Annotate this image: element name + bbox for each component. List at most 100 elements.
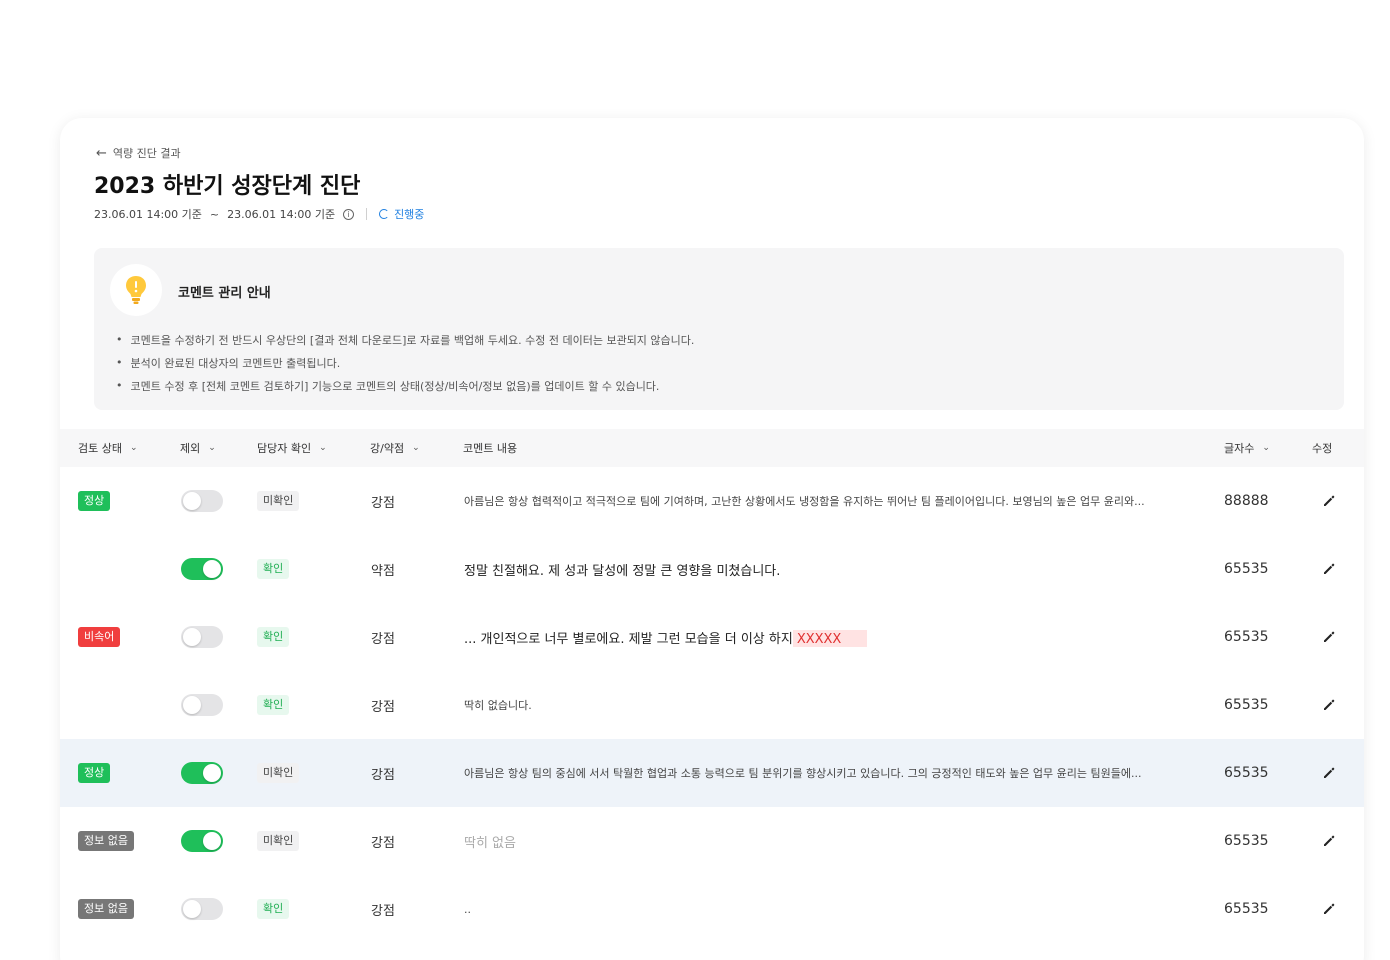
edit-cell (1319, 603, 1339, 671)
comment-text: .. (464, 903, 471, 916)
comment-cell: 딱히 없음 (464, 807, 516, 875)
exclude-toggle[interactable] (181, 694, 223, 716)
pencil-icon[interactable] (1319, 695, 1339, 715)
exclude-toggle[interactable] (181, 898, 223, 920)
status-badge: 정상 (78, 491, 111, 511)
edit-cell (1319, 671, 1339, 739)
exclude-cell (181, 603, 223, 671)
char-count: 65535 (1224, 901, 1269, 917)
owner-check-chip[interactable]: 확인 (257, 627, 290, 647)
header-owner-check[interactable]: 담당자 확인 ⌄ (257, 429, 327, 467)
strength-cell: 강점 (371, 739, 395, 807)
period-meta: 23.06.01 14:00 기준 ~ 23.06.01 14:00 기준 i … (94, 206, 424, 222)
pencil-icon[interactable] (1319, 559, 1339, 579)
toggle-knob (183, 492, 201, 510)
pencil-icon[interactable] (1319, 627, 1339, 647)
status-badge: 비속어 (78, 627, 121, 647)
owner-check-cell: 확인 (257, 875, 290, 943)
header-label: 담당자 확인 (257, 442, 312, 455)
header-exclude[interactable]: 제외 ⌄ (180, 429, 216, 467)
owner-check-cell: 미확인 (257, 467, 300, 535)
arrow-left-icon: ← (96, 145, 107, 161)
status-indicator: 진행중 (379, 206, 424, 222)
owner-check-cell: 미확인 (257, 739, 300, 807)
char-count: 65535 (1224, 561, 1269, 577)
chevron-down-icon: ⌄ (319, 443, 327, 453)
owner-check-chip[interactable]: 확인 (257, 559, 290, 579)
strength-label: 강점 (371, 835, 395, 851)
strength-cell: 강점 (371, 671, 395, 739)
pencil-icon[interactable] (1319, 491, 1339, 511)
header-label: 코멘트 내용 (463, 442, 518, 455)
exclude-cell (181, 807, 223, 875)
char-count: 65535 (1224, 765, 1269, 781)
comment-body: 아름님은 항상 협력적이고 적극적으로 팀에 기여하며, 고난한 상황에서도 냉… (464, 495, 1145, 508)
owner-check-chip[interactable]: 확인 (257, 899, 290, 919)
strength-label: 약점 (371, 563, 395, 579)
comment-cell: 아름님은 항상 팀의 중심에 서서 탁월한 협업과 소통 능력으로 팀 분위기를… (464, 739, 1142, 807)
back-label: 역량 진단 결과 (112, 147, 181, 160)
status-badge: 정보 없음 (78, 899, 134, 919)
chevron-down-icon: ⌄ (208, 443, 216, 453)
notice-item: 코멘트 수정 후 [전체 코멘트 검토하기] 기능으로 코멘트의 상태(정상/비… (116, 374, 694, 397)
chevron-down-icon: ⌄ (129, 443, 138, 453)
header-label: 수정 (1312, 442, 1333, 455)
owner-check-cell: 확인 (257, 535, 290, 603)
table-row: 정보 없음 확인 강점.. 65535 (60, 875, 1364, 943)
pencil-icon[interactable] (1319, 763, 1339, 783)
table-row: 정상 미확인 강점 아름님은 항상 협력적이고 적극적으로 팀에 기여하며, 고난한 … (60, 467, 1364, 535)
exclude-toggle[interactable] (181, 558, 223, 580)
header-label: 글자수 (1224, 442, 1255, 455)
status-cell: 정상 (78, 467, 111, 535)
comment-body: 딱히 없습니다. (464, 699, 532, 712)
comment-cell: 아름님은 항상 협력적이고 적극적으로 팀에 기여하며, 고난한 상황에서도 냉… (464, 467, 1145, 535)
count-cell: 65535 (1224, 739, 1269, 807)
header-length[interactable]: 글자수 ⌄ (1224, 429, 1270, 467)
info-icon[interactable]: i (343, 208, 355, 220)
strength-label: 강점 (371, 903, 395, 919)
header-strength[interactable]: 강/약점 ⌄ (370, 429, 420, 467)
exclude-toggle[interactable] (181, 830, 223, 852)
date-to: 23.06.01 14:00 기준 (227, 208, 336, 221)
exclude-toggle[interactable] (181, 490, 223, 512)
pencil-icon[interactable] (1319, 831, 1339, 851)
page-title: 2023 하반기 성장단계 진단 (94, 174, 361, 199)
chevron-down-icon: ⌄ (412, 443, 420, 453)
comment-cell: 딱히 없습니다. (464, 671, 532, 739)
toggle-knob (203, 560, 221, 578)
notice-item: 분석이 완료된 대상자의 코멘트만 출력됩니다. (116, 351, 694, 374)
exclude-cell (181, 739, 223, 807)
count-cell: 65535 (1224, 807, 1269, 875)
comment-text: 정말 친절해요. 제 성과 달성에 정말 큰 영향을 미쳤습니다. (464, 560, 780, 579)
comment-cell: .. (464, 875, 471, 943)
status-badge: 정상 (78, 763, 111, 783)
back-link[interactable]: ← 역량 진단 결과 (96, 145, 181, 161)
status-cell: 정보 없음 (78, 807, 134, 875)
header-review-status[interactable]: 검토 상태 ⌄ (78, 429, 138, 467)
owner-check-chip[interactable]: 미확인 (257, 831, 300, 851)
notice-title: 코멘트 관리 안내 (178, 286, 271, 301)
strength-label: 강점 (371, 699, 395, 715)
exclude-toggle[interactable] (181, 626, 223, 648)
pencil-icon[interactable] (1319, 899, 1339, 919)
comment-cell: 정말 친절해요. 제 성과 달성에 정말 큰 영향을 미쳤습니다. (464, 535, 780, 603)
edit-cell (1319, 807, 1339, 875)
status-cell: 비속어 (78, 603, 121, 671)
strength-cell: 강점 (371, 603, 395, 671)
comment-cell: ... 개인적으로 너무 별로에요. 제발 그런 모습을 더 이상 하지 XXXX… (464, 603, 868, 671)
exclude-toggle[interactable] (181, 762, 223, 784)
owner-check-chip[interactable]: 미확인 (257, 491, 300, 511)
header-edit: 수정 (1312, 429, 1332, 467)
strength-label: 강점 (371, 767, 395, 783)
owner-check-chip[interactable]: 미확인 (257, 763, 300, 783)
count-cell: 65535 (1224, 535, 1269, 603)
date-from: 23.06.01 14:00 기준 (94, 208, 202, 221)
comment-body: 정말 친절해요. 제 성과 달성에 정말 큰 영향을 미쳤습니다. (464, 563, 781, 579)
status-cell: 정보 없음 (78, 875, 134, 943)
char-count: 88888 (1224, 493, 1269, 509)
table-row: 확인 약점 정말 친절해요. 제 성과 달성에 정말 큰 영향을 미쳤습니다. 655… (60, 535, 1364, 603)
owner-check-chip[interactable]: 확인 (257, 695, 290, 715)
count-cell: 65535 (1224, 875, 1269, 943)
owner-check-cell: 확인 (257, 671, 290, 739)
date-separator: ~ (209, 207, 220, 221)
